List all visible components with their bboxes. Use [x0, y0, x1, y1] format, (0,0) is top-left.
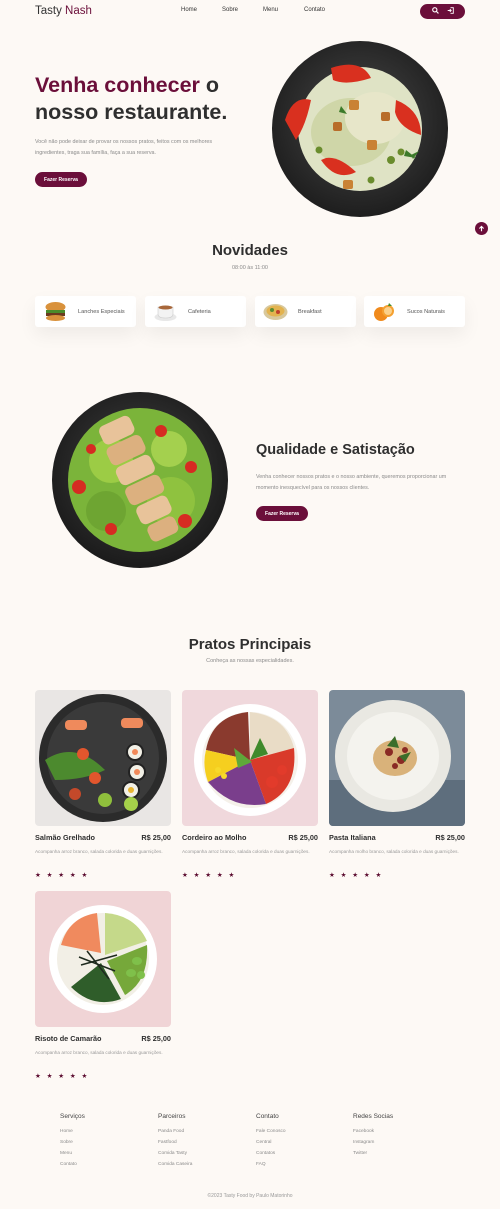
coffee-icon	[154, 305, 177, 321]
footer-heading: Serviços	[60, 1113, 85, 1120]
rating-stars: ★ ★ ★ ★ ★	[329, 872, 384, 879]
hero-dish-image	[272, 41, 448, 217]
dish-price: R$ 25,00	[141, 1034, 171, 1043]
nav-sobre[interactable]: Sobre	[222, 7, 238, 13]
rating-stars: ★ ★ ★ ★ ★	[35, 1073, 90, 1080]
rating-stars: ★ ★ ★ ★ ★	[182, 872, 237, 879]
category-lanches[interactable]: Lanches Especiais	[35, 296, 136, 327]
dish-name: Risoto de Camarão	[35, 1034, 102, 1043]
dish-price: R$ 25,00	[288, 833, 318, 842]
logo[interactable]: Tasty Nash	[35, 5, 92, 17]
footer-col-contato: Contato Fale Conosco Central Contatos FA…	[256, 1113, 286, 1167]
dish-name: Salmão Grelhado	[35, 833, 96, 842]
footer-link[interactable]: Instagram	[353, 1140, 393, 1145]
dish-image-salmao[interactable]	[35, 690, 171, 826]
login-icon[interactable]	[447, 7, 454, 16]
dish-price: R$ 25,00	[141, 833, 171, 842]
dish-name: Cordeiro ao Molho	[182, 833, 247, 842]
novidades-hours: 08:00 às 11:00	[232, 265, 268, 271]
footer-link[interactable]: Comida Caseira	[158, 1162, 192, 1167]
nav-menu[interactable]: Menu	[263, 7, 278, 13]
logo-text: Tasty	[35, 5, 62, 17]
footer-link[interactable]: Fastfood	[158, 1140, 192, 1145]
breakfast-icon	[263, 304, 288, 320]
footer-heading: Parceiros	[158, 1113, 186, 1120]
footer-col-servicos: Serviços Home Sobre Menu Contato	[60, 1113, 85, 1167]
dish-description: Acompanha molho branco, salada colorida …	[329, 849, 459, 854]
orange-juice-icon	[374, 303, 394, 321]
footer-link[interactable]: Panda Food	[158, 1129, 192, 1134]
dish-image-cordeiro[interactable]	[182, 690, 318, 826]
category-label: Sucos Naturais	[407, 309, 445, 315]
category-label: Breakfast	[298, 309, 322, 315]
footer-link[interactable]: Fale Conosco	[256, 1129, 286, 1134]
footer-link[interactable]: Facebook	[353, 1129, 393, 1134]
salad-dish-image	[52, 392, 228, 568]
footer-link[interactable]: Home	[60, 1129, 85, 1134]
hero-description: Você não pode deixar de provar os nossos…	[35, 139, 213, 156]
hero-title: Venha conhecer o nosso restaurante.	[35, 73, 228, 124]
footer-link[interactable]: Sobre	[60, 1140, 85, 1145]
arrow-up-icon	[479, 225, 484, 232]
category-label: Cafeteria	[188, 309, 211, 315]
rating-stars: ★ ★ ★ ★ ★	[35, 872, 90, 879]
quality-reserve-button[interactable]: Fazer Reserva	[256, 506, 308, 521]
category-breakfast[interactable]: Breakfast	[255, 296, 356, 327]
hero-reserve-button[interactable]: Fazer Reserva	[35, 172, 87, 187]
footer-col-parceiros: Parceiros Panda Food Fastfood Comida Tas…	[158, 1113, 192, 1167]
novidades-title: Novidades	[212, 242, 288, 259]
quality-title: Qualidade e Satistação	[256, 442, 415, 458]
dishes-title: Pratos Principais	[188, 636, 312, 653]
quality-description: Venha conhecer nossos pratos e o nosso a…	[256, 474, 447, 491]
footer-heading: Redes Socias	[353, 1113, 394, 1120]
category-sucos[interactable]: Sucos Naturais	[364, 296, 465, 327]
footer-link[interactable]: Comida Tasty	[158, 1151, 192, 1156]
footer-link[interactable]: Contato	[60, 1162, 85, 1167]
dishes-subtitle: Conheça as nossas especialidades.	[206, 658, 294, 664]
footer-link[interactable]: FAQ	[256, 1162, 286, 1167]
footer-link[interactable]: Central	[256, 1140, 286, 1145]
category-label: Lanches Especiais	[78, 309, 125, 315]
nav-home[interactable]: Home	[181, 7, 197, 13]
footer-link[interactable]: Twitter	[353, 1151, 393, 1156]
category-cafeteria[interactable]: Cafeteria	[145, 296, 246, 327]
dish-price: R$ 25,00	[435, 833, 465, 842]
dish-description: Acompanha arroz branco, salada colorida …	[35, 1050, 163, 1055]
copyright: ©2023 Tasty Food by Paulo Matorinho	[207, 1193, 293, 1199]
dish-description: Acompanha arroz branco, salada colorida …	[182, 849, 310, 854]
footer-link[interactable]: Menu	[60, 1151, 85, 1156]
logo-accent-text: Nash	[65, 5, 92, 17]
nav-contato[interactable]: Contato	[304, 7, 325, 13]
dish-image-pasta[interactable]	[329, 690, 465, 826]
dish-description: Acompanha arroz branco, salada colorida …	[35, 849, 163, 854]
footer-col-redes: Redes Socias Facebook Instagram Twitter	[353, 1113, 393, 1156]
burger-icon	[45, 302, 66, 321]
dish-image-risoto[interactable]	[35, 891, 171, 1027]
scroll-top-button[interactable]	[475, 222, 488, 235]
search-icon[interactable]	[431, 7, 439, 16]
dish-name: Pasta Italiana	[329, 833, 376, 842]
header-actions	[420, 4, 465, 19]
footer-heading: Contato	[256, 1113, 279, 1120]
footer-link[interactable]: Contatos	[256, 1151, 286, 1156]
